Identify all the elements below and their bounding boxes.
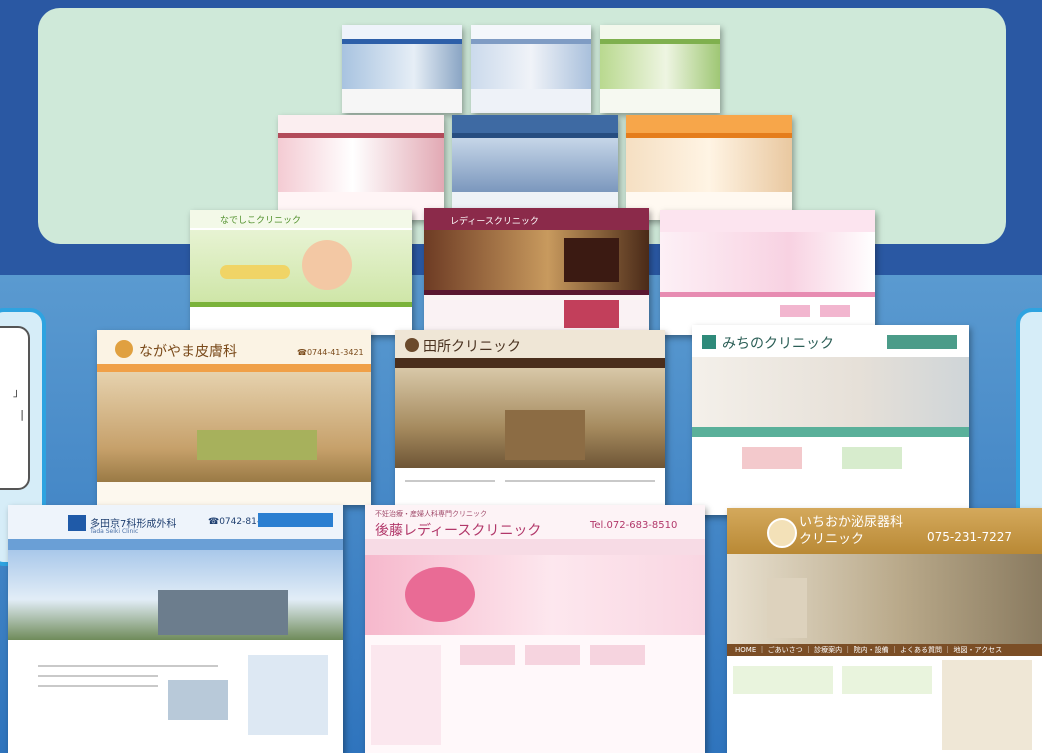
site-thumbnail-5[interactable] (452, 115, 618, 220)
site-logo: レディースクリニック (450, 217, 539, 227)
site-thumbnail-shin[interactable]: レディースクリニック (424, 208, 649, 333)
site-thumbnail-1[interactable] (342, 25, 462, 113)
site-phone: 075-231-7227 (927, 530, 1013, 544)
site-thumbnail-tanaka[interactable]: 田所クリニック (395, 330, 665, 510)
site-logo-en: Tada Seiki Clinic (90, 528, 139, 535)
site-logo: 田所クリニック (423, 339, 521, 355)
site-thumbnail-3[interactable] (600, 25, 720, 113)
site-logo: なでしこクリニック (220, 216, 302, 226)
site-thumbnail-6[interactable] (626, 115, 792, 220)
site-logo: 後藤レディースクリニック (375, 523, 542, 539)
site-thumbnail-2[interactable] (471, 25, 591, 113)
site-phone: ☎0744-41-3421 (297, 348, 364, 357)
logo-icon (68, 515, 86, 531)
site-phone: Tel.072-683-8510 (590, 520, 678, 531)
site-thumbnail-4[interactable] (278, 115, 444, 220)
site-logo: いちおか泌尿器科 クリニック (799, 515, 904, 547)
site-thumbnail-nagoya[interactable]: ながやま皮膚科 ☎0744-41-3421 (97, 330, 371, 505)
site-thumbnail-7[interactable] (660, 210, 875, 335)
site-top-line: 不妊治療・産婦人科専門クリニック (375, 510, 487, 518)
logo-icon (767, 518, 797, 548)
logo-icon (702, 335, 716, 349)
site-nav: HOME ｜ ごあいさつ ｜ 診療案内 ｜ 院内・設備 ｜ よくある質問 ｜ 地… (735, 646, 1003, 654)
logo-icon (405, 338, 419, 352)
site-thumbnail-tada[interactable]: 多田京7科形成外科 Tada Seiki Clinic ☎0742-81-318… (8, 505, 343, 753)
site-logo: ながやま皮膚科 (139, 344, 237, 360)
site-thumbnail-goto[interactable]: 不妊治療・産婦人科専門クリニック 後藤レディースクリニック Tel.072-68… (365, 505, 705, 753)
site-thumbnail-ichioka[interactable]: いちおか泌尿器科 クリニック 075-231-7227 HOME ｜ ごあいさつ… (727, 508, 1042, 753)
left-callout: 」 | (0, 326, 30, 490)
portfolio-collage: 」 | なでしこクリニック レディースクリニック ながやま皮膚科 ☎0744-4… (0, 0, 1042, 753)
mascot-icon (115, 340, 133, 358)
site-thumbnail-izumi[interactable]: なでしこクリニック (190, 210, 412, 335)
site-thumbnail-michino[interactable]: みちのクリニック (692, 325, 969, 515)
site-logo: みちのクリニック (722, 336, 834, 352)
